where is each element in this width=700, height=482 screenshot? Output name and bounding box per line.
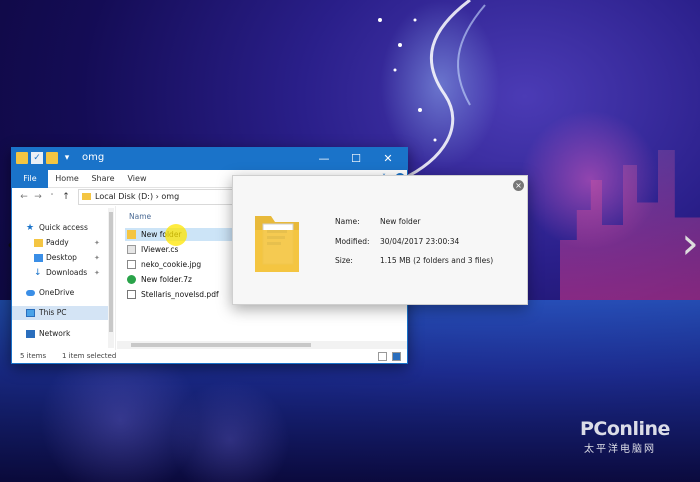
network-icon <box>26 330 35 338</box>
image-file-icon <box>127 260 136 269</box>
size-label: Size: <box>335 256 353 265</box>
pdf-icon <box>127 290 136 299</box>
status-bar: 5 items 1 item selected <box>12 350 407 363</box>
sidebar-item-network[interactable]: Network <box>12 327 114 341</box>
watermark-brand: PConline <box>580 418 670 440</box>
horizontal-scrollbar[interactable] <box>117 341 407 349</box>
tab-view[interactable]: View <box>124 170 150 188</box>
up-button[interactable]: ↑ <box>60 188 72 206</box>
sidebar-scrollbar[interactable] <box>108 208 114 348</box>
close-icon[interactable]: × <box>513 180 524 191</box>
large-folder-icon <box>255 216 299 272</box>
download-icon: ↓ <box>34 268 42 278</box>
new-folder-icon[interactable] <box>46 152 58 164</box>
close-button[interactable]: ✕ <box>372 148 404 170</box>
large-icons-view-icon[interactable] <box>392 352 401 361</box>
customize-toolbar-icon[interactable]: ▾ <box>61 152 73 164</box>
sidebar-item-desktop[interactable]: Desktop ✦ <box>12 251 114 265</box>
folder-icon <box>16 152 28 164</box>
title-bar[interactable]: ✓ ▾ omg — ☐ ✕ <box>12 148 407 170</box>
cursor-highlight <box>165 224 187 246</box>
item-count: 5 items <box>20 352 47 360</box>
code-file-icon <box>127 245 136 254</box>
sidebar-item-label: OneDrive <box>39 288 75 297</box>
slide-next-arrow[interactable]: › <box>678 220 700 268</box>
modified-value: 30/04/2017 23:00:34 <box>380 237 460 246</box>
selection-count: 1 item selected <box>62 352 117 360</box>
file-name: New folder.7z <box>141 275 192 284</box>
maximize-button[interactable]: ☐ <box>340 148 372 170</box>
window-title: omg <box>82 152 105 163</box>
column-header-label: Name <box>129 212 152 221</box>
sidebar-item-label: Desktop <box>46 253 77 262</box>
preview-panel: × Name: New folder Modified: 30/04/2017 … <box>232 175 528 305</box>
folder-icon <box>127 230 136 239</box>
cloud-icon <box>26 290 35 296</box>
scrollbar-thumb[interactable] <box>131 343 311 347</box>
desktop-icon <box>34 254 43 262</box>
tab-home[interactable]: Home <box>52 170 82 188</box>
file-name: neko_cookie.jpg <box>141 260 202 269</box>
sidebar-item-label: Network <box>39 329 71 338</box>
sidebar-item-onedrive[interactable]: OneDrive <box>12 286 114 300</box>
scrollbar-thumb[interactable] <box>109 212 113 332</box>
pin-icon: ✦ <box>94 239 100 247</box>
tab-share[interactable]: Share <box>88 170 118 188</box>
tab-file[interactable]: File <box>12 170 48 188</box>
watermark: PConline 太平洋电脑网 <box>580 418 700 458</box>
column-header-name[interactable]: Name ^ <box>129 212 242 221</box>
sidebar-item-quick-access[interactable]: ★ Quick access <box>12 221 114 235</box>
folder-icon <box>34 239 43 247</box>
wallpaper-glow <box>380 0 500 170</box>
address-path: Local Disk (D:) › omg <box>95 192 180 201</box>
sidebar-item-label: This PC <box>39 308 67 317</box>
back-button[interactable]: ← <box>18 188 30 206</box>
watermark-subtitle: 太平洋电脑网 <box>584 444 656 455</box>
name-value: New folder <box>380 217 421 226</box>
sidebar-item-label: Downloads <box>46 268 88 277</box>
folder-icon <box>82 193 91 200</box>
pin-icon: ✦ <box>94 254 100 262</box>
details-view-icon[interactable] <box>378 352 387 361</box>
star-icon: ★ <box>26 223 35 233</box>
file-name: Stellaris_novelsd.pdf <box>141 290 219 299</box>
properties-icon[interactable]: ✓ <box>31 152 43 164</box>
sidebar-item-paddy[interactable]: Paddy ✦ <box>12 236 114 250</box>
recent-locations-button[interactable]: ˅ <box>46 188 58 206</box>
modified-label: Modified: <box>335 237 370 246</box>
sidebar-item-this-pc[interactable]: This PC <box>12 306 114 320</box>
sidebar-item-downloads[interactable]: ↓ Downloads ✦ <box>12 266 114 280</box>
forward-button[interactable]: → <box>32 188 44 206</box>
archive-icon <box>127 275 136 284</box>
size-value: 1.15 MB (2 folders and 3 files) <box>380 256 494 265</box>
quick-access-toolbar: ✓ ▾ <box>16 152 73 164</box>
name-label: Name: <box>335 217 360 226</box>
sidebar-item-label: Paddy <box>46 238 69 247</box>
sidebar-item-label: Quick access <box>39 223 88 232</box>
minimize-button[interactable]: — <box>308 148 340 170</box>
navigation-pane: ★ Quick access Paddy ✦ Desktop ✦ ↓ Downl… <box>12 206 116 350</box>
pin-icon: ✦ <box>94 269 100 277</box>
computer-icon <box>26 309 35 317</box>
